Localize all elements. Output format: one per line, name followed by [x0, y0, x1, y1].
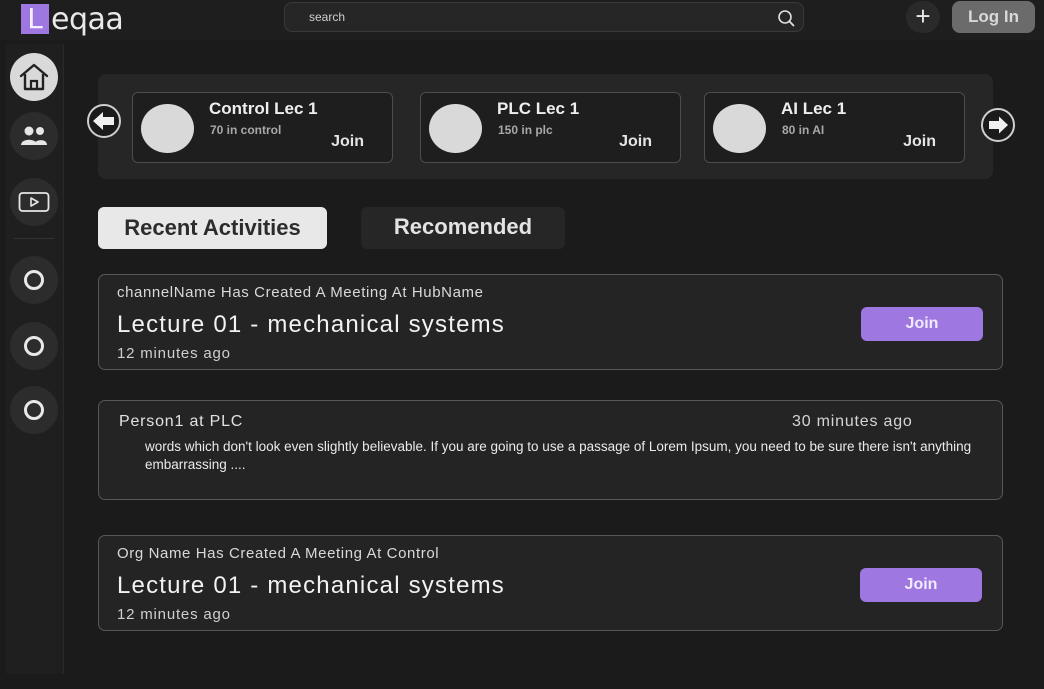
- login-button[interactable]: Log In: [952, 1, 1035, 33]
- circle-icon: [24, 336, 44, 356]
- carousel-prev-button[interactable]: [87, 104, 121, 138]
- top-bar: L eqaa + Log In: [0, 0, 1044, 40]
- lecture-avatar: [713, 104, 766, 153]
- join-button[interactable]: Join: [860, 568, 982, 602]
- search-icon[interactable]: [777, 9, 795, 27]
- activity-title: Lecture 01 - mechanical systems: [117, 311, 506, 338]
- lecture-avatar: [141, 104, 194, 153]
- sidebar: [6, 44, 64, 674]
- circle-icon: [24, 270, 44, 290]
- lecture-card[interactable]: AI Lec 1 80 in AI Join: [704, 92, 965, 163]
- logo-text: eqaa: [51, 1, 124, 37]
- logo-letter: L: [21, 4, 49, 34]
- sidebar-item-groups[interactable]: [10, 112, 58, 160]
- lecture-card[interactable]: Control Lec 1 70 in control Join: [132, 92, 393, 163]
- search-input[interactable]: [309, 10, 749, 24]
- lecture-join-button[interactable]: Join: [619, 133, 652, 151]
- sidebar-item-videos[interactable]: [10, 178, 58, 226]
- users-icon: [21, 126, 47, 145]
- add-button[interactable]: +: [906, 1, 940, 33]
- lecture-subtitle: 80 in AI: [782, 123, 825, 137]
- sidebar-item-channel-3[interactable]: [10, 386, 58, 434]
- sidebar-item-channel-2[interactable]: [10, 322, 58, 370]
- search-bar[interactable]: [284, 2, 804, 32]
- circle-icon: [24, 400, 44, 420]
- home-icon: [19, 63, 49, 91]
- lecture-title: Control Lec 1: [209, 99, 318, 118]
- sidebar-divider: [14, 238, 54, 239]
- lecture-card[interactable]: PLC Lec 1 150 in plc Join: [420, 92, 681, 163]
- activity-card: Org Name Has Created A Meeting At Contro…: [98, 535, 1003, 631]
- activity-meta: Org Name Has Created A Meeting At Contro…: [117, 545, 440, 562]
- tab-recommended[interactable]: Recomended: [361, 207, 565, 249]
- lecture-title: PLC Lec 1: [497, 99, 580, 118]
- lecture-title: AI Lec 1: [781, 99, 847, 118]
- post-body: words which don't look even slightly bel…: [145, 439, 972, 472]
- activity-card: channelName Has Created A Meeting At Hub…: [98, 274, 1003, 370]
- arrow-right-icon: [989, 116, 1008, 134]
- video-icon: [18, 192, 50, 212]
- sidebar-item-channel-1[interactable]: [10, 256, 58, 304]
- activity-meta: channelName Has Created A Meeting At Hub…: [117, 284, 484, 301]
- post-time: 30 minutes ago: [792, 413, 913, 430]
- join-button[interactable]: Join: [861, 307, 983, 341]
- sidebar-item-home[interactable]: [10, 53, 58, 101]
- lecture-avatar: [429, 104, 482, 153]
- tab-recent-activities[interactable]: Recent Activities: [98, 207, 327, 249]
- post-author[interactable]: Person1 at PLC: [119, 413, 243, 431]
- lecture-join-button[interactable]: Join: [331, 133, 364, 151]
- logo[interactable]: L eqaa: [21, 1, 124, 37]
- activity-time: 12 minutes ago: [117, 345, 231, 362]
- lecture-join-button[interactable]: Join: [903, 133, 936, 151]
- carousel-next-button[interactable]: [981, 108, 1015, 142]
- activity-title: Lecture 01 - mechanical systems: [117, 572, 506, 599]
- lecture-subtitle: 150 in plc: [498, 123, 553, 137]
- lecture-subtitle: 70 in control: [210, 123, 282, 137]
- post-card: Person1 at PLC 30 minutes ago words whic…: [98, 400, 1003, 500]
- arrow-left-icon: [93, 112, 114, 130]
- activity-time: 12 minutes ago: [117, 606, 231, 623]
